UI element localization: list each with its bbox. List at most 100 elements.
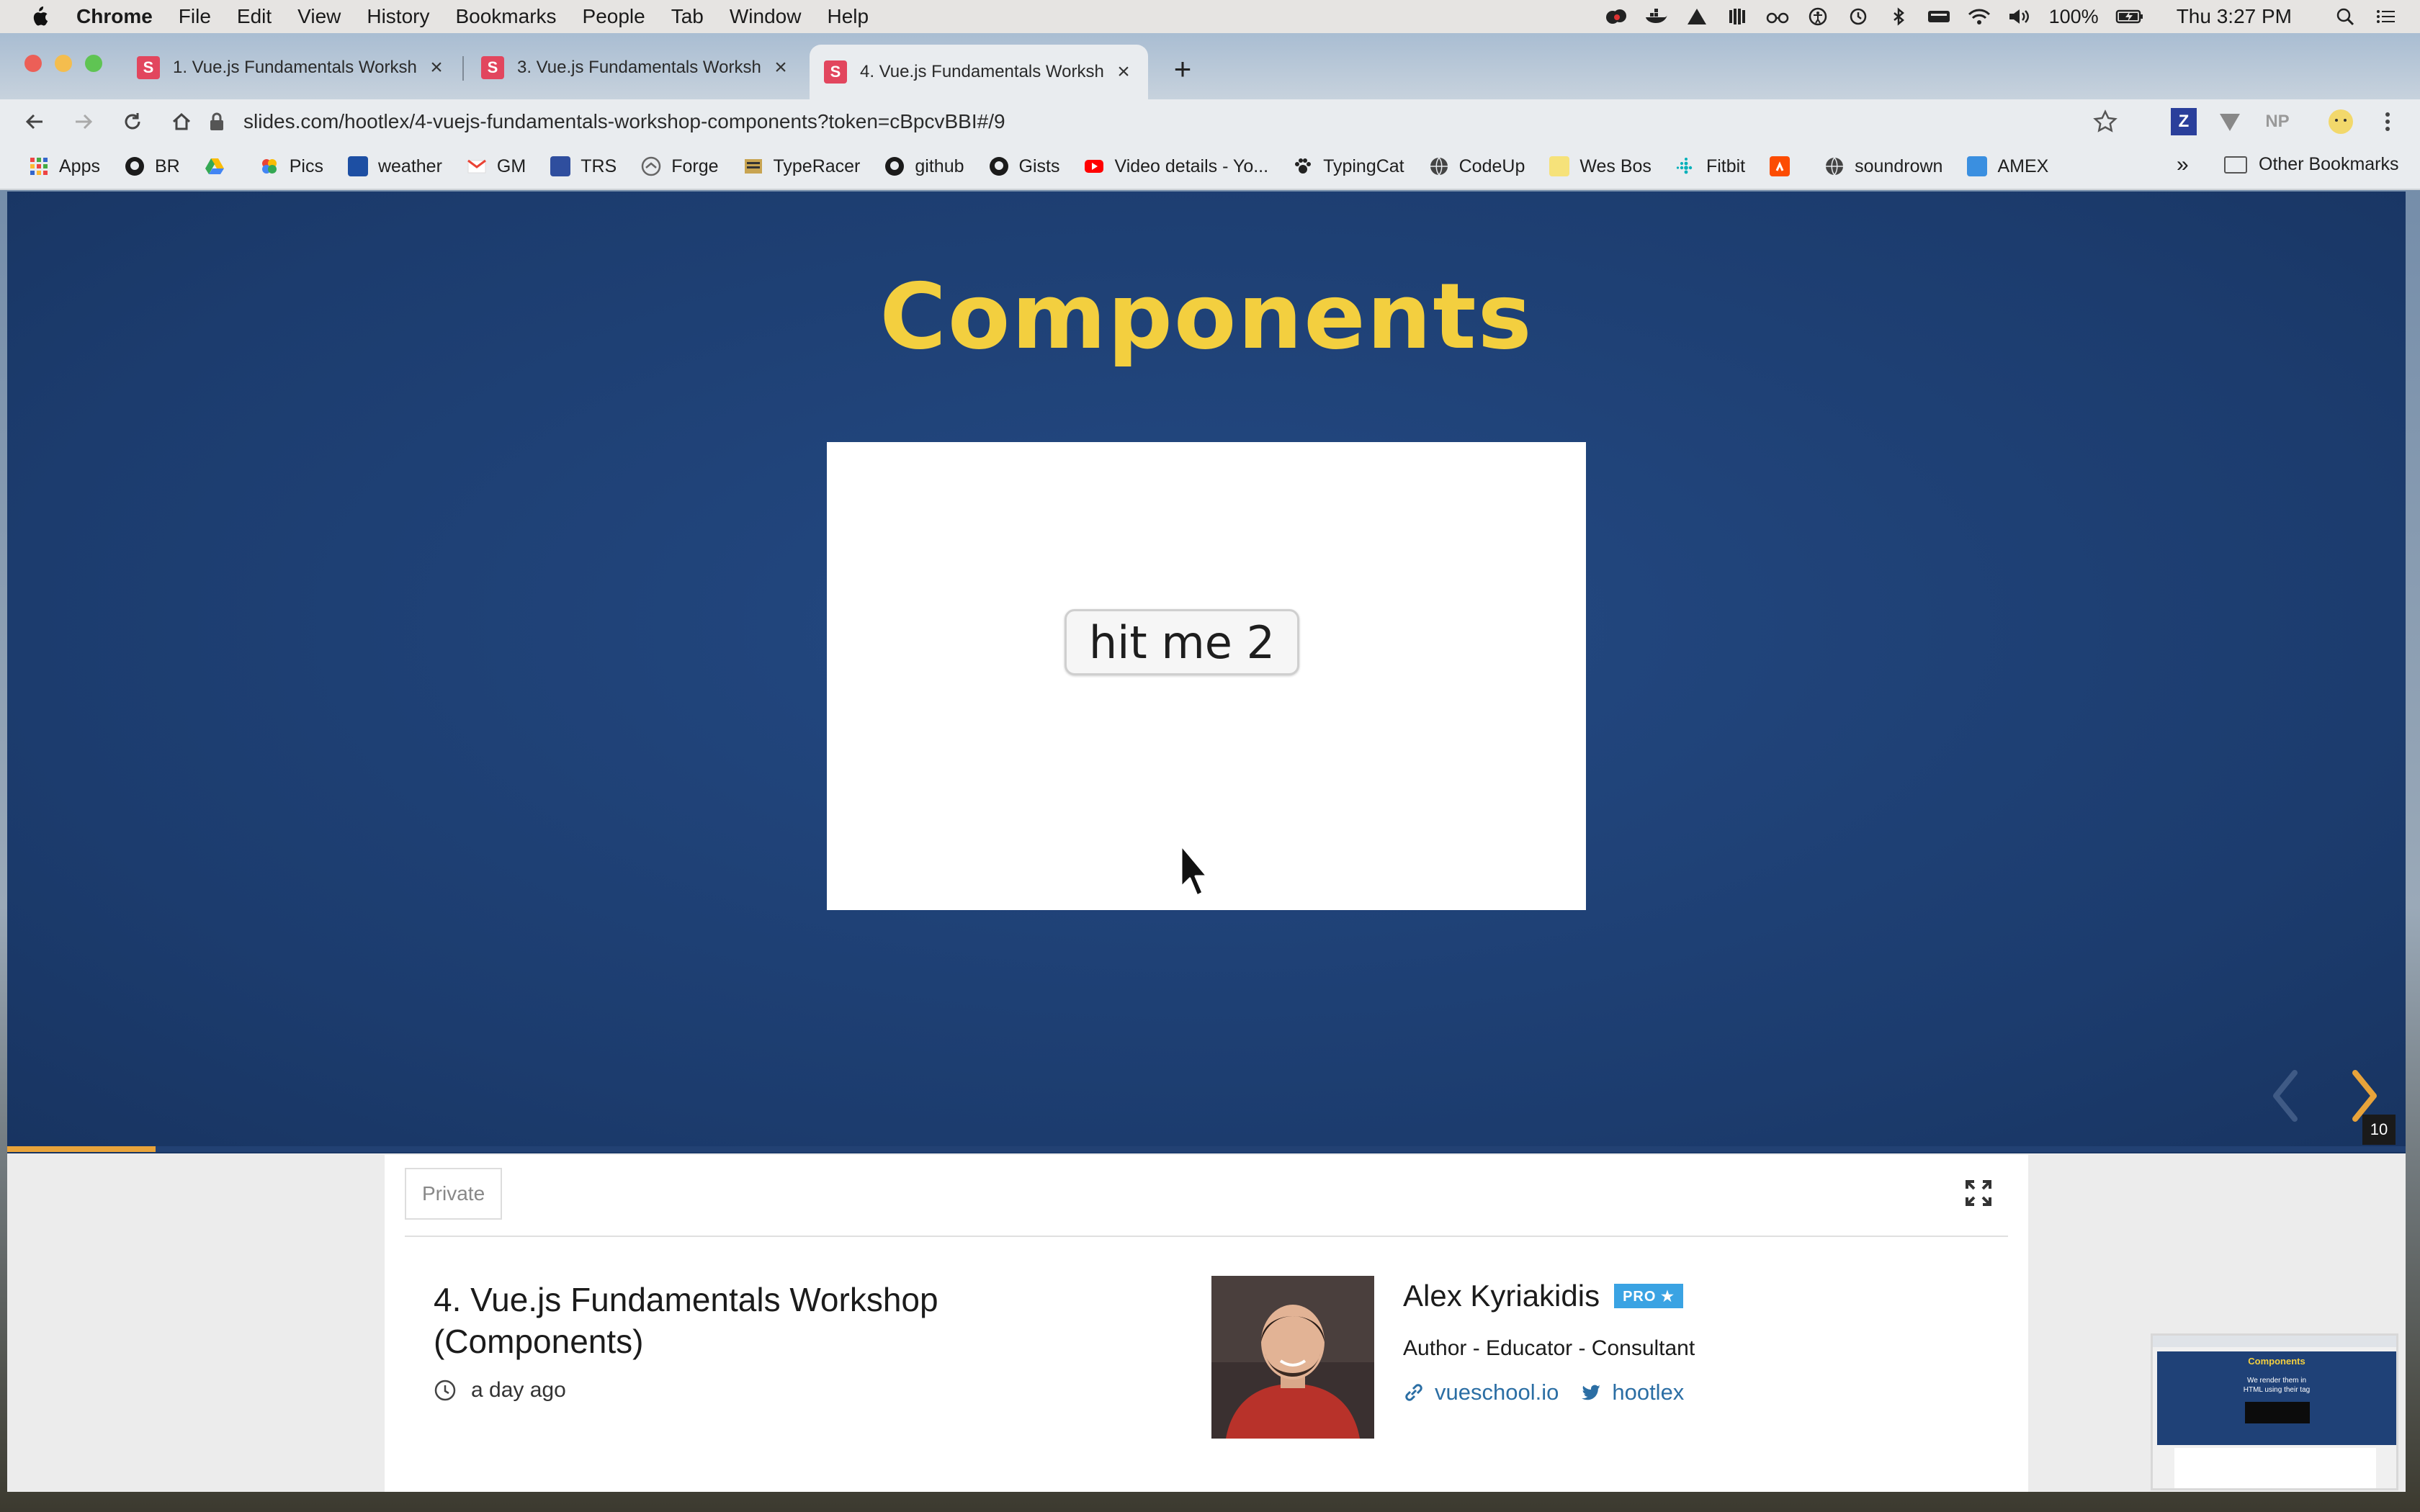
tab-close-icon[interactable]: × <box>771 57 791 78</box>
bookmark-star-icon[interactable] <box>2093 109 2118 134</box>
menu-view[interactable]: View <box>297 5 341 28</box>
bookmark-strava[interactable] <box>1770 156 1800 176</box>
bookmark-typingcat[interactable]: TypingCat <box>1293 156 1404 177</box>
author-website-link[interactable]: vueschool.io <box>1435 1380 1559 1405</box>
minimize-window-button[interactable] <box>55 55 72 72</box>
preview-browser-bar <box>2153 1336 2396 1347</box>
bookmarks-overflow-button[interactable]: » <box>2177 153 2189 177</box>
bookmark-trs[interactable]: TRS <box>550 156 617 177</box>
menu-app-chrome[interactable]: Chrome <box>76 5 153 28</box>
browser-tab-3[interactable]: S 3. Vue.js Fundamentals Worksh × <box>467 45 805 91</box>
bookmark-typeracer[interactable]: TypeRacer <box>743 156 860 177</box>
extension-z-icon[interactable]: Z <box>2171 108 2197 135</box>
bookmark-apps[interactable]: Apps <box>29 156 100 177</box>
forward-button[interactable] <box>69 107 98 136</box>
home-button[interactable] <box>167 107 196 136</box>
glasses-icon[interactable] <box>1765 7 1790 26</box>
other-bookmarks-folder[interactable]: Other Bookmarks <box>2224 154 2399 175</box>
preview-subtitle: We render them in HTML using their tag <box>2157 1376 2396 1395</box>
close-window-button[interactable] <box>24 55 42 72</box>
hit-me-button[interactable]: hit me 2 <box>1065 609 1299 675</box>
menu-window[interactable]: Window <box>730 5 802 28</box>
browser-tab-1[interactable]: S 1. Vue.js Fundamentals Worksh × <box>122 45 461 91</box>
keyboard-icon[interactable] <box>1927 7 1951 26</box>
extension-v-icon[interactable] <box>2217 108 2243 135</box>
bookmark-fitbit[interactable]: Fitbit <box>1676 156 1745 177</box>
bookmark-br[interactable]: BR <box>125 156 180 177</box>
wifi-icon[interactable] <box>1967 7 1991 26</box>
preview-subtitle-line: HTML using their tag <box>2243 1386 2311 1394</box>
bookmark-forge[interactable]: Forge <box>641 156 719 177</box>
youtube-icon <box>1085 160 1104 173</box>
menu-help[interactable]: Help <box>827 5 869 28</box>
time-machine-icon[interactable] <box>1846 7 1870 26</box>
reload-button[interactable] <box>118 107 147 136</box>
paw-icon <box>1295 158 1312 174</box>
menu-edit[interactable]: Edit <box>237 5 272 28</box>
preview-subtitle-line: We render them in <box>2246 1377 2307 1385</box>
arrow-left-icon <box>25 114 42 130</box>
weather-channel-icon <box>347 156 368 176</box>
bookmark-wesbos[interactable]: Wes Bos <box>1549 156 1652 177</box>
pro-badge: PRO ★ <box>1614 1284 1683 1308</box>
github-icon <box>989 157 1008 176</box>
accessibility-icon[interactable] <box>1806 7 1830 26</box>
browser-tab-active[interactable]: S 4. Vue.js Fundamentals Worksh × <box>810 45 1148 99</box>
author-name-text[interactable]: Alex Kyriakidis <box>1403 1279 1600 1313</box>
triangle-app-icon[interactable] <box>1685 7 1709 26</box>
tab-close-icon[interactable]: × <box>426 57 447 78</box>
author-avatar[interactable] <box>1211 1276 1374 1439</box>
tab-title: 1. Vue.js Fundamentals Worksh <box>173 58 417 77</box>
back-button[interactable] <box>20 107 49 136</box>
bookmark-pics[interactable]: Pics <box>259 156 323 177</box>
bookmark-drive[interactable] <box>205 156 235 176</box>
bookmark-youtube[interactable]: Video details - Yo... <box>1084 156 1268 177</box>
browser-tab-strip: S 1. Vue.js Fundamentals Worksh × S 3. V… <box>0 33 2420 99</box>
notification-center-icon[interactable] <box>2374 7 2398 26</box>
volume-icon[interactable] <box>2007 7 2032 26</box>
bookmark-github[interactable]: github <box>884 156 964 177</box>
maximize-window-button[interactable] <box>85 55 102 72</box>
menu-people[interactable]: People <box>583 5 645 28</box>
presentation-slide[interactable]: Components hit me 2 10 <box>7 192 2406 1153</box>
bookmark-gm[interactable]: GM <box>467 156 526 177</box>
menu-file[interactable]: File <box>179 5 211 28</box>
bars-app-icon[interactable] <box>1725 7 1749 26</box>
menu-bookmarks[interactable]: Bookmarks <box>455 5 556 28</box>
extension-np-icon[interactable]: NP <box>2262 108 2293 135</box>
menu-tab[interactable]: Tab <box>671 5 704 28</box>
slides-favicon-icon: S <box>481 56 504 79</box>
battery-charging-icon[interactable] <box>2115 7 2145 26</box>
chrome-menu-icon[interactable] <box>2377 108 2398 135</box>
battery-percent: 100% <box>2048 5 2099 27</box>
tab-close-icon[interactable]: × <box>1113 61 1134 83</box>
bookmark-codeup[interactable]: CodeUp <box>1429 156 1525 177</box>
bookmark-label: github <box>915 156 964 176</box>
preview-code-block <box>2245 1402 2310 1423</box>
menubar-status-area: 100% Thu 3:27 PM <box>1588 0 2398 33</box>
author-twitter-link[interactable]: hootlex <box>1612 1380 1684 1405</box>
bookmark-weather[interactable]: weather <box>347 156 442 177</box>
deck-time-text: a day ago <box>471 1378 566 1402</box>
card-divider <box>405 1236 2008 1237</box>
bookmark-gists[interactable]: Gists <box>989 156 1059 177</box>
creative-cloud-icon[interactable] <box>1604 7 1628 26</box>
bluetooth-icon[interactable] <box>1886 7 1911 26</box>
profile-avatar-icon[interactable] <box>2325 108 2357 135</box>
strava-icon <box>1770 156 1791 176</box>
bookmark-amex[interactable]: AMEX <box>1967 156 2048 177</box>
docker-icon[interactable] <box>1644 7 1669 26</box>
new-tab-button[interactable]: + <box>1167 54 1198 86</box>
address-bar[interactable]: slides.com/hootlex/4-vuejs-fundamentals-… <box>209 102 2118 141</box>
bookmark-soundrown[interactable]: soundrown <box>1824 156 1942 177</box>
fullscreen-icon[interactable] <box>1965 1179 1992 1207</box>
slide-preview-thumbnail[interactable]: Components We render them in HTML using … <box>2151 1333 2398 1490</box>
previous-slide-arrow-icon[interactable] <box>2267 1067 2303 1125</box>
menubar-clock[interactable]: Thu 3:27 PM <box>2177 5 2292 28</box>
menu-history[interactable]: History <box>367 5 429 28</box>
bookmark-label: Pics <box>289 156 323 176</box>
url-text[interactable]: slides.com/hootlex/4-vuejs-fundamentals-… <box>243 110 1005 133</box>
spotlight-search-icon[interactable] <box>2334 7 2358 26</box>
apple-logo-icon[interactable] <box>29 5 49 28</box>
privacy-badge[interactable]: Private <box>405 1168 503 1220</box>
